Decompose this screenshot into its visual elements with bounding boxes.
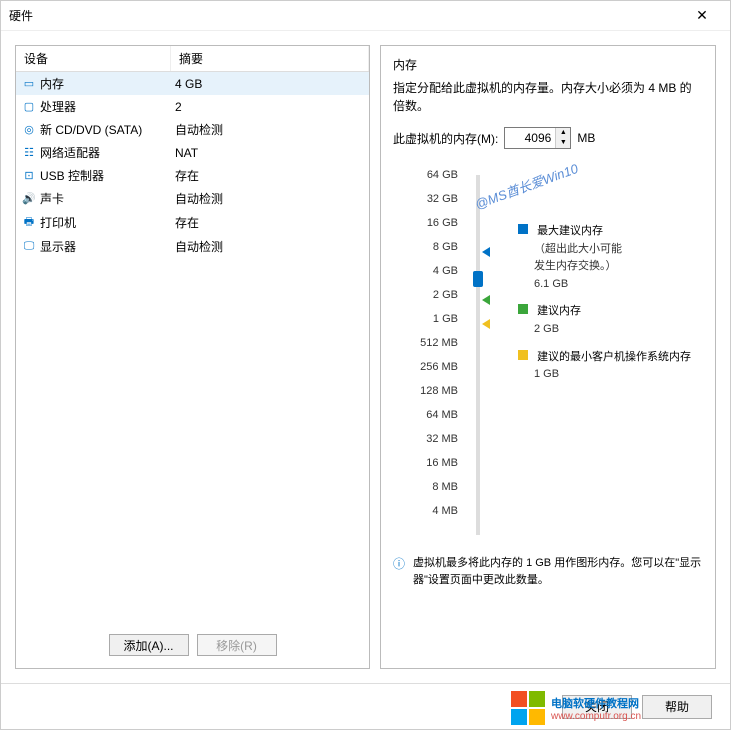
device-name: 网络适配器 [38, 144, 171, 161]
device-summary: NAT [171, 146, 365, 160]
spinner-up-icon[interactable]: ▲ [556, 128, 570, 138]
legend-max-icon [518, 224, 528, 234]
legend-max-sub2: 发生内存交换。） [534, 258, 703, 276]
device-summary: 2 [171, 100, 365, 114]
memory-panel: @MS酋长爱Win10 内存 指定分配给此虚拟机的内存量。内存大小必须为 4 M… [380, 45, 716, 669]
device-summary: 4 GB [171, 77, 365, 91]
device-row[interactable]: 🖵 显示器 自动检测 [16, 235, 369, 258]
memory-unit: MB [577, 131, 595, 145]
device-icon: ◎ [20, 123, 38, 136]
memory-label: 此虚拟机的内存(M): [393, 130, 498, 147]
device-row[interactable]: ▭ 内存 4 GB [16, 72, 369, 95]
legend-rec-icon [518, 304, 528, 314]
help-button[interactable]: 帮助 [642, 695, 712, 719]
device-icon: ⊡ [20, 169, 38, 182]
device-icon: ▭ [20, 77, 38, 90]
device-row[interactable]: ☷ 网络适配器 NAT [16, 141, 369, 164]
device-row[interactable]: 🔊 声卡 自动检测 [16, 187, 369, 210]
slider-tick-label: 32 GB [413, 187, 458, 211]
slider-tick-label: 512 MB [413, 331, 458, 355]
slider-tick-label: 128 MB [413, 379, 458, 403]
device-row[interactable]: 🖶 打印机 存在 [16, 210, 369, 235]
memory-note: 虚拟机最多将此内存的 1 GB 用作图形内存。您可以在"显示器"设置页面中更改此… [413, 555, 703, 588]
add-button[interactable]: 添加(A)... [109, 634, 189, 656]
device-name: USB 控制器 [38, 167, 171, 184]
slider-tick-label: 4 GB [413, 259, 458, 283]
slider-handle[interactable] [473, 271, 483, 287]
remove-button: 移除(R) [197, 634, 277, 656]
windows-logo-icon [511, 691, 545, 725]
legend-min-icon [518, 350, 528, 360]
window-title: 硬件 [9, 7, 682, 24]
legend-rec-val: 2 GB [534, 321, 703, 339]
slider-tick-label: 8 MB [413, 475, 458, 499]
info-icon: ⓘ [393, 555, 405, 588]
slider-tick-label: 16 MB [413, 451, 458, 475]
memory-spinner[interactable]: ▲ ▼ [504, 127, 571, 149]
marker-min-icon [482, 319, 490, 329]
spinner-down-icon[interactable]: ▼ [556, 138, 570, 148]
slider-tick-label: 4 MB [413, 499, 458, 523]
marker-max-icon [482, 247, 490, 257]
device-name: 声卡 [38, 190, 171, 207]
device-summary: 自动检测 [171, 238, 365, 255]
device-icon: 🖵 [20, 240, 38, 253]
device-name: 打印机 [38, 214, 171, 231]
slider-tick-label: 2 GB [413, 283, 458, 307]
device-row[interactable]: ◎ 新 CD/DVD (SATA) 自动检测 [16, 118, 369, 141]
device-name: 处理器 [38, 98, 171, 115]
device-name: 新 CD/DVD (SATA) [38, 121, 171, 138]
memory-desc: 指定分配给此虚拟机的内存量。内存大小必须为 4 MB 的倍数。 [393, 79, 703, 115]
device-summary: 自动检测 [171, 190, 365, 207]
legend-min-val: 1 GB [534, 366, 703, 384]
legend-rec-title: 建议内存 [537, 305, 581, 317]
legend-min-title: 建议的最小客户机操作系统内存 [537, 351, 691, 363]
legend-max-sub1: （超出此大小可能 [534, 241, 703, 259]
device-icon: ▢ [20, 100, 38, 113]
device-icon: 🖶 [20, 213, 38, 232]
marker-rec-icon [482, 295, 490, 305]
device-summary: 存在 [171, 214, 365, 231]
slider-tick-label: 64 GB [413, 163, 458, 187]
slider-tick-label: 32 MB [413, 427, 458, 451]
memory-slider[interactable] [468, 163, 488, 535]
close-button[interactable]: 关闭 [562, 695, 632, 719]
slider-tick-label: 256 MB [413, 355, 458, 379]
device-row[interactable]: ⊡ USB 控制器 存在 [16, 164, 369, 187]
slider-tick-label: 16 GB [413, 211, 458, 235]
slider-tick-label: 1 GB [413, 307, 458, 331]
device-icon: 🔊 [20, 192, 38, 205]
device-row[interactable]: ▢ 处理器 2 [16, 95, 369, 118]
header-device: 设备 [16, 46, 171, 71]
legend-max-title: 最大建议内存 [537, 225, 603, 237]
device-icon: ☷ [20, 146, 38, 159]
slider-tick-label: 8 GB [413, 235, 458, 259]
device-name: 内存 [38, 75, 171, 92]
header-summary: 摘要 [171, 46, 369, 71]
device-summary: 自动检测 [171, 121, 365, 138]
device-name: 显示器 [38, 238, 171, 255]
slider-tick-label: 64 MB [413, 403, 458, 427]
memory-input[interactable] [505, 131, 555, 145]
device-panel: 设备 摘要 ▭ 内存 4 GB▢ 处理器 2◎ 新 CD/DVD (SATA) … [15, 45, 370, 669]
device-summary: 存在 [171, 167, 365, 184]
close-icon[interactable]: ✕ [682, 7, 722, 24]
memory-title: 内存 [393, 56, 703, 73]
legend-max-val: 6.1 GB [534, 276, 703, 294]
